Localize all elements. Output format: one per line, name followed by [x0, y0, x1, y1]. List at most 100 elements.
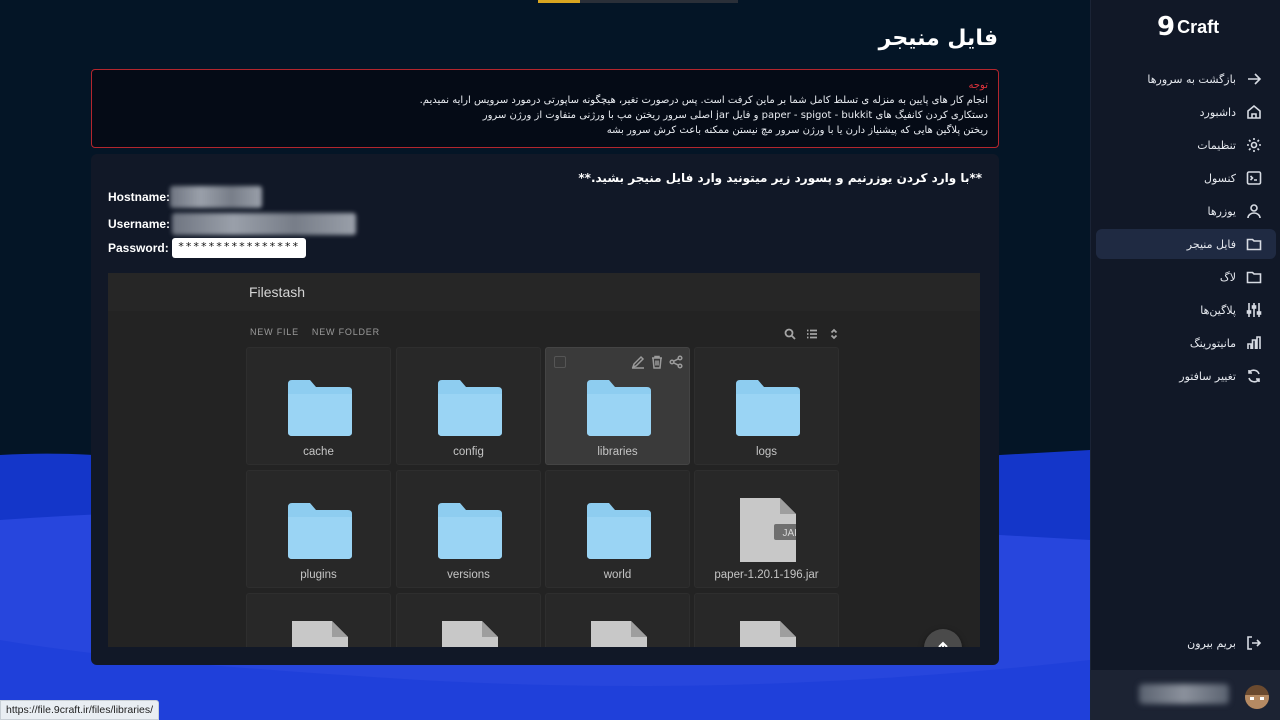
logo[interactable]: 9 Craft [1157, 14, 1219, 40]
folder-icon [288, 503, 352, 559]
sidebar-item-back-to-servers[interactable]: بازگشت به سرورها [1096, 64, 1276, 94]
sidebar-item-settings[interactable]: تنظیمات [1096, 130, 1276, 160]
password-row: Password: **************** [108, 238, 306, 258]
search-icon[interactable] [784, 325, 796, 344]
arrow-right-icon [1246, 71, 1262, 87]
file-tile-cache[interactable]: cache [246, 347, 391, 465]
file-tile[interactable] [545, 593, 690, 647]
file-name: plugins [300, 569, 337, 581]
page-title: فایل منیجر [878, 26, 998, 51]
file-tile[interactable] [396, 593, 541, 647]
file-name: versions [447, 569, 490, 581]
logo-mark: 9 [1157, 12, 1176, 42]
file-tile-config[interactable]: config [396, 347, 541, 465]
sidebar-item-label: پلاگین‌ها [1200, 303, 1236, 317]
file-icon [591, 621, 647, 647]
hostname-value-blurred[interactable] [170, 186, 263, 208]
logo-text: Craft [1177, 16, 1220, 37]
users-icon [1246, 203, 1262, 219]
file-tile-libraries[interactable]: libraries [545, 347, 690, 465]
sidebar-item-dashboard[interactable]: داشبورد [1096, 97, 1276, 127]
username-row: Username: [108, 213, 357, 235]
sidebar-item-label: داشبورد [1199, 105, 1236, 119]
sidebar: 9 Craft بازگشت به سرورها داشبورد تنظیمات… [1090, 0, 1280, 720]
file-tile[interactable] [694, 593, 839, 647]
home-icon [1246, 104, 1262, 120]
rename-icon[interactable] [631, 354, 645, 373]
file-tile-plugins[interactable]: plugins [246, 470, 391, 588]
sidebar-item-console[interactable]: کنسول [1096, 163, 1276, 193]
credentials-heading: **با وارد کردن یوزرنیم و پسورد زیر میتون… [578, 171, 982, 185]
warning-notice: توجه انجام کار های پایین به منزله ی تسلط… [91, 69, 999, 148]
file-icon [292, 621, 348, 647]
sidebar-item-label: بازگشت به سرورها [1147, 72, 1236, 86]
file-icon [442, 621, 498, 647]
sidebar-item-log[interactable]: لاگ [1096, 262, 1276, 292]
file-tile-versions[interactable]: versions [396, 470, 541, 588]
new-file-button[interactable]: NEW FILE [250, 327, 299, 337]
upload-icon [938, 641, 948, 647]
logout-icon [1246, 635, 1262, 651]
folder-icon [587, 380, 651, 436]
hostname-label: Hostname: [108, 190, 171, 204]
sidebar-item-file-manager[interactable]: فایل منیجر [1096, 229, 1276, 259]
notice-line: ریختن پلاگین هایی که پیشنیاز دارن یا با … [606, 125, 988, 136]
file-tile[interactable] [246, 593, 391, 647]
file-name: config [453, 446, 484, 458]
user-bar[interactable] [1091, 670, 1280, 720]
hostname-row: Hostname: [108, 186, 263, 208]
file-name: paper-1.20.1-196.jar [714, 569, 819, 581]
delete-icon[interactable] [650, 354, 664, 373]
file-tile-world[interactable]: world [545, 470, 690, 588]
password-value[interactable]: **************** [171, 238, 306, 258]
notice-title: توجه [968, 80, 989, 91]
folder-icon [1246, 269, 1262, 285]
sidebar-item-change-software[interactable]: تغییر سافتور [1096, 361, 1276, 391]
refresh-icon [1246, 368, 1262, 384]
file-name: cache [303, 446, 334, 458]
folder-icon [1246, 236, 1262, 252]
notice-line: انجام کار های پایین به منزله ی تسلط کامل… [419, 95, 988, 106]
sliders-icon [1246, 302, 1262, 318]
folder-icon [438, 503, 502, 559]
share-icon[interactable] [669, 354, 683, 373]
sidebar-nav: بازگشت به سرورها داشبورد تنظیمات کنسول ی… [1096, 64, 1276, 394]
sidebar-item-label: مانیتورینگ [1189, 336, 1236, 350]
file-tile-logs[interactable]: logs [694, 347, 839, 465]
file-name: logs [755, 446, 778, 458]
upload-button[interactable] [924, 629, 962, 647]
sidebar-item-label: تغییر سافتور [1179, 369, 1236, 383]
username-label: Username: [108, 217, 171, 231]
sidebar-item-label: لاگ [1219, 270, 1236, 284]
new-folder-button[interactable]: NEW FOLDER [312, 327, 380, 337]
sidebar-item-label: کنسول [1203, 171, 1236, 185]
username-value-blurred[interactable] [172, 213, 357, 235]
file-name: world [603, 569, 632, 581]
folder-icon [736, 380, 800, 436]
filestash-header: Filestash [108, 273, 980, 311]
folder-icon [288, 380, 352, 436]
sidebar-item-monitoring[interactable]: مانیتورینگ [1096, 328, 1276, 358]
list-view-icon[interactable] [806, 325, 818, 344]
sort-icon[interactable] [828, 325, 840, 344]
gear-icon [1246, 137, 1262, 153]
sidebar-item-label: تنظیمات [1197, 138, 1236, 152]
avatar[interactable] [1245, 685, 1269, 709]
bar-chart-icon [1246, 335, 1262, 351]
sidebar-item-users[interactable]: یوزرها [1096, 196, 1276, 226]
filestash-toolbar: NEW FILE NEW FOLDER [250, 327, 380, 337]
sidebar-item-plugins[interactable]: پلاگین‌ها [1096, 295, 1276, 325]
logout: بریم بیرون [1096, 628, 1276, 661]
sidebar-item-label: یوزرها [1207, 204, 1236, 218]
file-badge: JAR [783, 528, 796, 539]
folder-icon [587, 503, 651, 559]
file-tile-paper-jar[interactable]: JAR paper-1.20.1-196.jar [694, 470, 839, 588]
logout-button[interactable]: بریم بیرون [1096, 628, 1276, 658]
filestash-title[interactable]: Filestash [249, 284, 305, 300]
select-checkbox[interactable] [554, 356, 566, 368]
terminal-icon [1246, 170, 1262, 186]
file-name: libraries [597, 446, 638, 458]
top-loading-bar [538, 0, 738, 3]
notice-line: دستکاری کردن کانفیگ های paper - spigot -… [482, 110, 988, 121]
file-icon [740, 621, 796, 647]
